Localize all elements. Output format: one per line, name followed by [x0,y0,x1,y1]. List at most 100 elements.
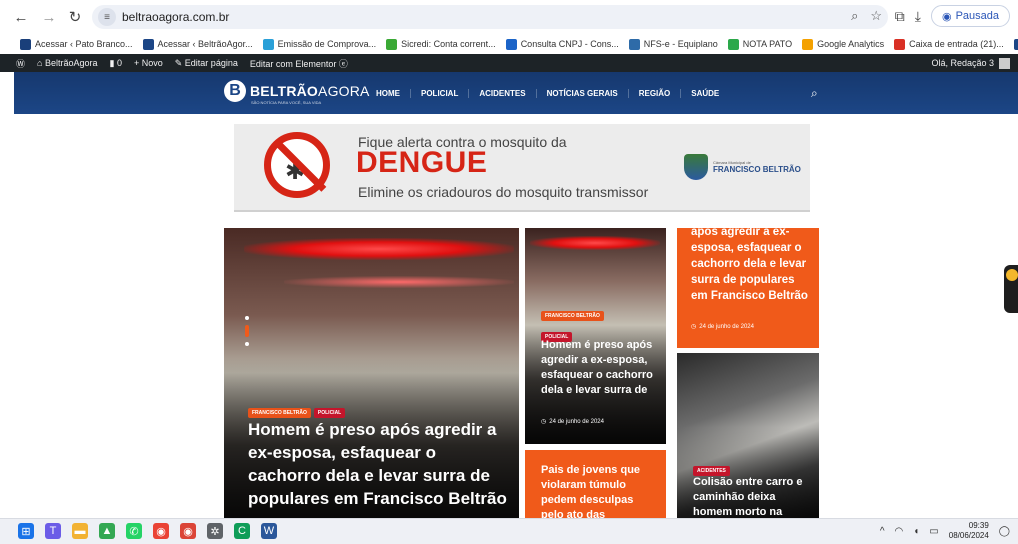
menu-item-home[interactable]: HOME [366,88,411,98]
camara-logo: Câmara Municipal de FRANCISCO BELTRÃO [684,154,801,180]
elementor-link[interactable]: Editar com Elementor ⓔ [250,57,348,70]
start-icon[interactable]: ⊞ [18,523,34,539]
bookmark-label: Google Analytics [817,39,885,49]
news-title[interactable]: Homem é preso após agredir a ex-esposa, … [541,338,656,398]
bookmark-item[interactable]: Acessar ‹ Pato Branco... [20,38,133,50]
profile-icon: ◉ [941,10,952,23]
url-text: beltraoagora.com.br [122,10,230,24]
address-bar[interactable]: ≡ beltraoagora.com.br ⌕ ☆ [92,5,888,29]
site-header: B BELTRÃOAGORA SÃO NOTÍCIA PARA VOCÊ, SU… [14,72,1018,114]
admin-site-link[interactable]: ⌂ BeltrãoAgora [37,58,97,68]
menu-item-saude[interactable]: SAÚDE [681,89,729,98]
bookmark-label: Consulta CNPJ - Cons... [520,39,619,49]
settings-icon[interactable]: ✲ [207,523,223,539]
bookmark-item[interactable]: Consulta CNPJ - Cons... [505,38,619,50]
menu-item-acidentes[interactable]: ACIDENTES [469,88,537,98]
menu-item-policial[interactable]: POLICIAL [411,88,470,98]
category-badge[interactable]: POLICIAL [313,408,346,418]
bookmark-item[interactable]: Google Analytics [802,38,885,50]
edit-page-link[interactable]: ✎ Editar página [175,58,238,69]
canva-icon[interactable]: C [234,523,250,539]
profile-button[interactable]: ◉ Pausada [930,5,1010,27]
bookmark-item[interactable]: NOTA PATO [727,38,792,50]
news-card[interactable]: FRANCISCO BELTRÃO POLICIAL Homem é preso… [525,228,666,444]
admin-site-name: BeltrãoAgora [44,58,98,68]
camara-big: FRANCISCO BELTRÃO [713,165,801,174]
logo-mark-icon: B [224,80,246,102]
clock-date: 08/06/2024 [948,531,989,540]
slider-dots [245,316,249,346]
reload-icon[interactable]: ↻ [62,4,88,30]
search-icon[interactable]: ⌕ [811,86,818,101]
bookmark-item[interactable]: NFS-e - Equiplano [628,38,718,50]
main-menu: HOME POLICIAL ACIDENTES NOTÍCIAS GERAIS … [366,72,729,114]
new-link[interactable]: + Novo [134,58,163,68]
receipt-icon [262,38,274,50]
file-explorer-icon[interactable]: ▬ [72,523,88,539]
drive-icon[interactable]: ▲ [99,523,115,539]
wordpress-icon[interactable]: Ⓦ [16,57,25,70]
featured-title[interactable]: Homem é preso após agredir a ex-esposa, … [248,418,508,510]
download-icon[interactable]: ⤓ [915,8,921,25]
site-settings-icon[interactable]: ≡ [98,8,116,26]
news-date: ◷ 24 de junho de 2024 [691,323,754,331]
bookmark-item[interactable]: Caixa de entrada (21)... [894,38,1004,50]
floating-widget-tab[interactable] [1004,265,1018,313]
chrome-profile-icon[interactable]: ◉ [180,523,196,539]
notifications-icon[interactable]: ◯ [999,526,1010,537]
category-badges: FRANCISCO BELTRÃO POLICIAL [248,401,348,419]
slider-dot[interactable] [245,316,249,320]
clock-icon: ◷ [691,324,697,330]
bookmark-item[interactable]: Acessar ‹ BeltrãoAgor... [142,38,253,50]
pato-branco-icon [20,38,31,50]
bookmark-label: Caixa de entrada (21)... [909,39,1004,49]
comments-link[interactable]: ▮ 0 [110,58,122,69]
news-card[interactable]: Pais de jovens que violaram túmulo pedem… [525,450,666,518]
menu-item-regiao[interactable]: REGIÃO [629,88,682,98]
browser-toolbar: ← → ↻ ≡ beltraoagora.com.br ⌕ ☆ ⧉ ⤓ ◉ Pa… [0,0,1018,34]
sicredi-icon [386,38,398,50]
back-icon[interactable]: ← [8,4,34,30]
slider-dot[interactable] [245,342,249,346]
news-title[interactable]: Pais de jovens que violaram túmulo pedem… [541,463,656,518]
clock[interactable]: 09:39 08/06/2024 [949,521,989,541]
news-card[interactable]: ACIDENTES Colisão entre carro e caminhão… [677,353,819,518]
gmail-icon [894,38,906,50]
category-badge[interactable]: FRANCISCO BELTRÃO [248,408,311,418]
slider-dot-active[interactable] [245,325,249,337]
menu-item-noticias-gerais[interactable]: NOTÍCIAS GERAIS [537,88,629,98]
category-badge[interactable]: FRANCISCO BELTRÃO [541,311,604,321]
wordpress-icon [1013,38,1018,50]
bookmark-item[interactable]: Adicionar novo post ‹... [1013,38,1018,50]
extensions-icon[interactable]: ⧉ [895,8,905,25]
tray-chevron-icon[interactable]: ^ [880,526,885,537]
site-logo[interactable]: B BELTRÃOAGORA SÃO NOTÍCIA PARA VOCÊ, SU… [224,80,370,105]
whatsapp-icon[interactable]: ✆ [126,523,142,539]
user-avatar[interactable] [999,57,1010,69]
zoom-icon[interactable]: ⌕ [851,8,858,24]
volume-icon[interactable]: ◖ [913,526,919,537]
bookmark-label: Acessar ‹ BeltrãoAgor... [157,39,253,49]
forward-icon[interactable]: → [36,4,62,30]
wifi-icon[interactable]: ◠ [895,526,904,537]
word-icon[interactable]: W [261,523,277,539]
clock-icon: ◷ [541,419,547,425]
analytics-icon [802,38,814,50]
admin-greeting[interactable]: Olá, Redação 3 [931,58,994,68]
bookmark-item[interactable]: Emissão de Comprova... [262,38,376,50]
news-title[interactable]: após agredir a ex-esposa, esfaquear o ca… [691,228,813,304]
featured-news-card[interactable]: FRANCISCO BELTRÃO POLICIAL Homem é preso … [224,228,519,518]
chrome-icon[interactable]: ◉ [153,523,169,539]
crest-icon [684,154,708,180]
taskbar: ⊞ T ▬ ▲ ✆ ◉ ◉ ✲ C W ^ ◠ ◖ ▭ 09:39 08/06/… [0,518,1018,544]
news-card[interactable]: após agredir a ex-esposa, esfaquear o ca… [677,228,819,348]
bookmarks-bar: Acessar ‹ Pato Branco... Acessar ‹ Beltrã… [0,34,1018,54]
bookmark-item[interactable]: Sicredi: Conta corrent... [386,38,496,50]
bookmark-star-icon[interactable]: ☆ [870,8,882,24]
beltrao-icon [142,38,154,50]
dengue-banner[interactable]: ✱ Fique alerta contra o mosquito da DENG… [234,124,810,212]
teams-icon[interactable]: T [45,523,61,539]
news-title[interactable]: Colisão entre carro e caminhão deixa hom… [693,475,813,518]
battery-icon[interactable]: ▭ [929,526,938,537]
no-mosquito-icon: ✱ [264,132,330,198]
